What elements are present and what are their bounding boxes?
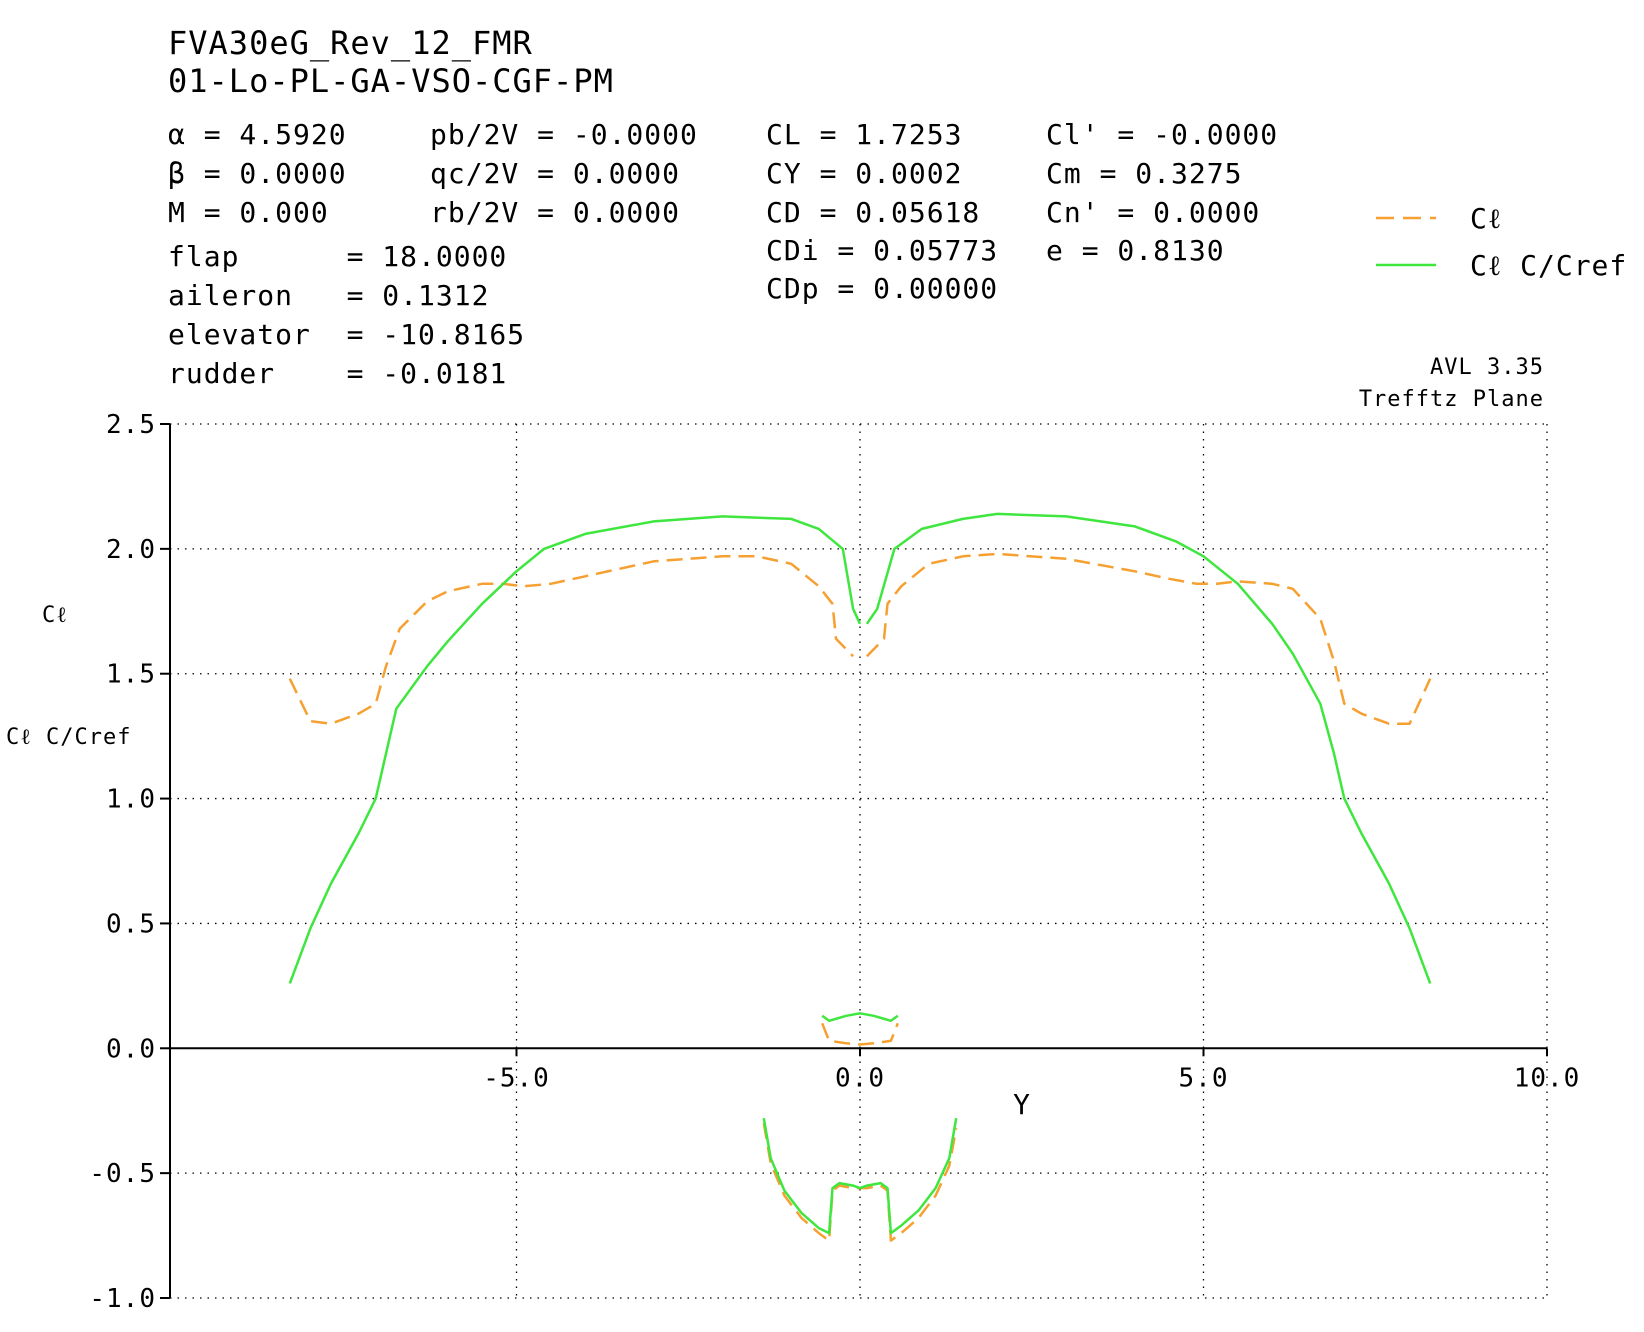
y-axis-label-clc: Cℓ C/Cref [6, 725, 132, 750]
param-alpha: α = 4.5920 [168, 118, 347, 151]
grid [170, 423, 1548, 1299]
tick-labels: 2.5 2.0 1.5 1.0 0.5 0.0 -0.5 -1.0 -5.0 0.0 5.0 10.0 [89, 410, 1581, 1314]
clc-series-line [288, 515, 862, 984]
y-tick-label: 1.0 [106, 785, 156, 815]
param-rb2v: rb/2V = 0.0000 [430, 196, 680, 229]
x-axis-label: Y [1013, 1088, 1031, 1121]
axes [160, 423, 1548, 1299]
param-pb2v: pb/2V = -0.0000 [430, 118, 698, 151]
param-e: e = 0.8130 [1046, 234, 1225, 267]
param-cn: Cn' = 0.0000 [1046, 196, 1260, 229]
y-tick-label: -0.5 [89, 1159, 156, 1189]
param-cl-roll: Cl' = -0.0000 [1046, 118, 1278, 151]
control-aileron: aileron = 0.1312 [168, 279, 489, 312]
control-deflections: flap = 18.0000 aileron = 0.1312 elevator… [168, 240, 525, 390]
param-col2: pb/2V = -0.0000 qc/2V = 0.0000 rb/2V = 0… [430, 118, 698, 229]
title-line1: FVA30eG_Rev_12_FMR [168, 24, 533, 62]
control-elevator: elevator = -10.8165 [168, 318, 525, 351]
y-tick-label: 1.5 [106, 660, 156, 690]
clc-series-line [865, 512, 1432, 984]
param-cm: Cm = 0.3275 [1046, 157, 1242, 190]
param-col1: α = 4.5920 β = 0.0000 M = 0.000 [168, 118, 347, 229]
trefftz-plot: FVA30eG_Rev_12_FMR 01-Lo-PL-GA-VSO-CGF-P… [6, 24, 1627, 1314]
param-col4: Cl' = -0.0000 Cm = 0.3275 Cn' = 0.0000 e… [1046, 118, 1278, 267]
cl-series-line [866, 552, 1432, 725]
param-mach: M = 0.000 [168, 196, 329, 229]
y-tick-label: 2.5 [106, 410, 156, 440]
cl-series-line [821, 1022, 899, 1046]
control-rudder: rudder = -0.0181 [168, 357, 507, 390]
legend-clc-label: Cℓ C/Cref [1470, 249, 1627, 282]
legend-cl-label: Cℓ [1470, 202, 1502, 235]
param-cl: CL = 1.7253 [766, 118, 962, 151]
y-tick-label: 0.0 [106, 1034, 156, 1064]
program-version: AVL 3.35 [1430, 355, 1544, 380]
y-tick-label: 2.0 [106, 535, 156, 565]
param-cy: CY = 0.0002 [766, 157, 962, 190]
x-tick-label: 5.0 [1179, 1063, 1229, 1093]
x-tick-label: 10.0 [1514, 1063, 1581, 1093]
title-line2: 01-Lo-PL-GA-VSO-CGF-PM [168, 62, 614, 100]
y-tick-label: 0.5 [106, 909, 156, 939]
param-col3: CL = 1.7253 CY = 0.0002 CD = 0.05618 CDi… [766, 118, 998, 305]
x-tick-label: -5.0 [483, 1063, 550, 1093]
y-axis-label-cl: Cℓ [42, 603, 68, 628]
series-lines [288, 512, 1432, 1242]
param-cdp: CDp = 0.00000 [766, 272, 998, 305]
control-flap: flap = 18.0000 [168, 240, 507, 273]
x-tick-label: 0.0 [835, 1063, 885, 1093]
param-cdi: CDi = 0.05773 [766, 234, 998, 267]
param-cd: CD = 0.05618 [766, 196, 980, 229]
cl-series-line [288, 555, 854, 725]
param-beta: β = 0.0000 [168, 157, 347, 190]
y-tick-label: -1.0 [89, 1284, 156, 1314]
clc-series-line [762, 1117, 958, 1235]
legend: Cℓ Cℓ C/Cref [1376, 202, 1627, 282]
plane-label: Trefftz Plane [1359, 387, 1544, 412]
param-qc2v: qc/2V = 0.0000 [430, 157, 680, 190]
